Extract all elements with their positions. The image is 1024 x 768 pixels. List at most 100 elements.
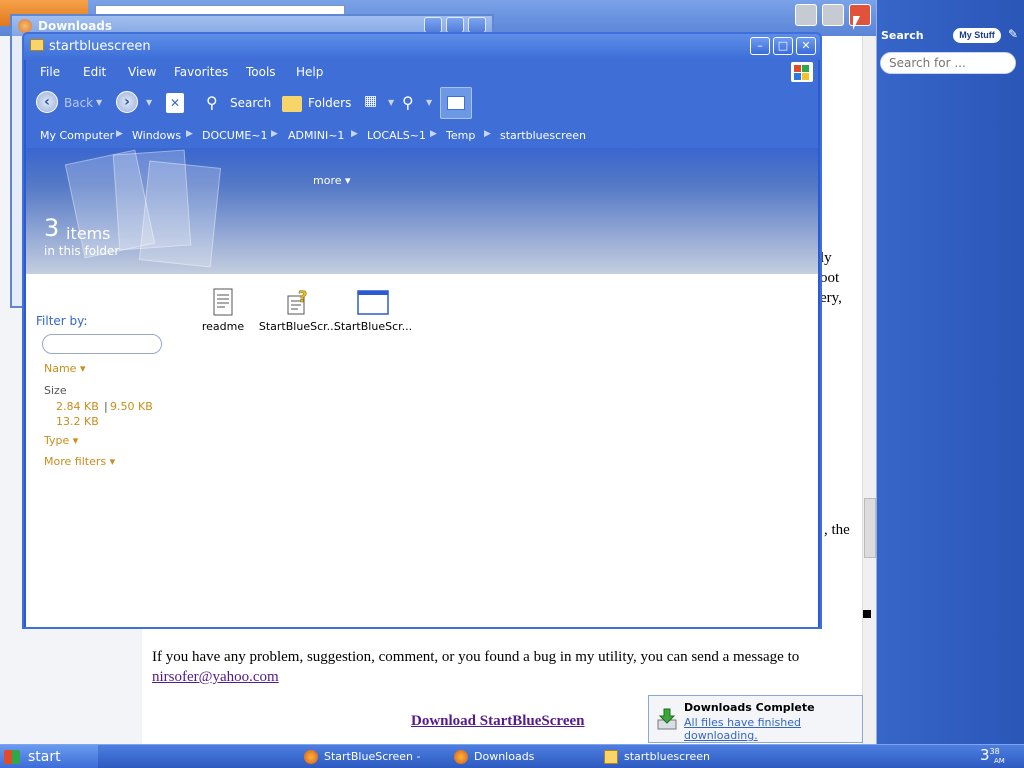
taskbar-item-explorer[interactable]: startbluescreen <box>602 747 752 767</box>
windows-logo-icon <box>4 750 20 764</box>
notification-text[interactable]: All files have finished downloading. <box>684 716 862 742</box>
breadcrumb-startbluescreen[interactable]: startbluescreen <box>500 129 586 142</box>
details-view-icon[interactable] <box>440 87 472 119</box>
folders-button-label[interactable]: Folders <box>308 96 351 110</box>
breadcrumb-locals[interactable]: LOCALS~1 <box>367 129 426 142</box>
menu-view[interactable]: View <box>128 65 156 79</box>
window-title: startbluescreen <box>49 39 151 54</box>
application-window-icon <box>357 290 389 315</box>
breadcrumb-windows[interactable]: Windows <box>132 129 181 142</box>
explorer-titlebar[interactable]: startbluescreen – □ ✕ <box>24 34 820 60</box>
back-dropdown-icon[interactable]: ▼ <box>96 98 102 107</box>
pin-icon[interactable]: ✎ <box>1008 27 1018 41</box>
filter-size-option[interactable]: 13.2 KB <box>56 415 99 428</box>
file-name: StartBlueScr... <box>333 320 413 333</box>
page-text-fragment: , the <box>824 522 850 538</box>
forward-arrow-icon[interactable]: › <box>116 91 138 113</box>
document-watermark-icon <box>138 160 222 268</box>
file-item[interactable]: readme <box>183 288 263 333</box>
menu-help[interactable]: Help <box>296 65 323 79</box>
folder-banner: more ▾ 3 items in this folder <box>26 148 818 274</box>
browser-minimize-button[interactable] <box>795 4 817 26</box>
toolbar: ‹ Back ▼ › ▼ ✕ ⚲ Search Folders ▦ ▼ ⚲ ▼ <box>26 84 818 122</box>
downloads-close-button[interactable] <box>468 17 486 33</box>
breadcrumb-separator-icon: ▶ <box>484 129 491 139</box>
views-dropdown-icon[interactable]: ▼ <box>388 98 394 107</box>
start-label: start <box>28 749 61 765</box>
back-arrow-icon[interactable]: ‹ <box>36 91 58 113</box>
firefox-icon <box>18 19 32 33</box>
views-icon[interactable]: ▦ <box>364 93 377 109</box>
close-button[interactable]: ✕ <box>796 37 816 55</box>
taskbar-item-startbluescreen-page[interactable]: StartBlueScreen - Initiat <box>302 747 452 767</box>
downloads-minimize-button[interactable] <box>424 17 442 33</box>
folder-icon <box>604 750 618 764</box>
filter-size-separator: | <box>104 400 108 413</box>
download-complete-icon <box>657 708 677 730</box>
menu-edit[interactable]: Edit <box>83 65 106 79</box>
maximize-button[interactable]: □ <box>773 37 793 55</box>
sidebar-search-input[interactable] <box>880 52 1016 74</box>
breadcrumb-separator-icon: ▶ <box>351 129 358 139</box>
taskbar-item-label: StartBlueScreen - Initiat <box>324 750 421 763</box>
page-scrollbar[interactable] <box>862 36 876 744</box>
filter-size-label: Size <box>44 384 67 397</box>
item-count: 3 <box>44 214 60 242</box>
search-sidebar: Search My Stuff ✎ <box>876 0 1024 744</box>
zoom-icon[interactable]: ⚲ <box>402 93 414 112</box>
back-button-label[interactable]: Back <box>64 96 93 110</box>
breadcrumb-admini[interactable]: ADMINI~1 <box>288 129 344 142</box>
menu-bar: File Edit View Favorites Tools Help <box>26 60 818 84</box>
firefox-icon <box>454 750 468 764</box>
file-item[interactable]: StartBlueScr... <box>333 288 413 333</box>
folders-icon[interactable] <box>282 96 302 112</box>
taskbar-item-downloads[interactable]: Downloads <box>452 747 592 767</box>
more-link[interactable]: more ▾ <box>313 174 351 187</box>
delete-icon[interactable]: ✕ <box>166 93 184 113</box>
filter-label: Filter by: <box>36 314 88 328</box>
breadcrumb-separator-icon: ▶ <box>116 129 123 139</box>
minimize-button[interactable]: – <box>750 37 770 55</box>
my-stuff-button[interactable]: My Stuff <box>953 28 1001 43</box>
filter-type[interactable]: Type ▾ <box>44 434 78 447</box>
filter-name[interactable]: Name ▾ <box>44 362 85 375</box>
page-text-fragment: ery, <box>820 290 842 306</box>
contact-text: If you have any problem, suggestion, com… <box>152 649 800 665</box>
downloads-maximize-button[interactable] <box>446 17 464 33</box>
explorer-window: startbluescreen – □ ✕ File Edit View Fav… <box>22 32 822 629</box>
filter-size-option[interactable]: 9.50 KB <box>110 400 153 413</box>
forward-dropdown-icon[interactable]: ▼ <box>146 98 152 107</box>
windows-logo-icon <box>791 62 813 82</box>
text-document-icon <box>213 288 233 316</box>
clock-ampm: AM <box>994 757 1005 765</box>
mouse-cursor <box>853 16 860 30</box>
filter-size-option[interactable]: 2.84 KB <box>56 400 99 413</box>
breadcrumb-temp[interactable]: Temp <box>446 129 475 142</box>
zoom-dropdown-icon[interactable]: ▼ <box>426 98 432 107</box>
scroll-thumb[interactable] <box>864 498 876 558</box>
svg-text:?: ? <box>298 288 307 306</box>
file-name: StartBlueScr... <box>258 320 338 333</box>
sidebar-search-label: Search <box>881 29 924 42</box>
more-filters[interactable]: More filters ▾ <box>44 455 115 468</box>
breadcrumb-docume[interactable]: DOCUME~1 <box>202 129 268 142</box>
start-button[interactable]: start <box>0 745 98 768</box>
downloads-complete-notification[interactable]: Downloads Complete All files have finish… <box>648 695 863 743</box>
item-count-label: items <box>66 224 111 243</box>
breadcrumb-my-computer[interactable]: My Computer <box>40 129 114 142</box>
search-button-label[interactable]: Search <box>230 96 271 110</box>
taskbar: start StartBlueScreen - Initiat Download… <box>0 744 1024 768</box>
menu-favorites[interactable]: Favorites <box>174 65 228 79</box>
help-file-icon: ? <box>287 288 308 315</box>
filter-input[interactable] <box>42 334 162 354</box>
search-icon[interactable]: ⚲ <box>206 93 218 112</box>
breadcrumb-separator-icon: ▶ <box>271 129 278 139</box>
file-item[interactable]: ? StartBlueScr... <box>258 288 338 333</box>
taskbar-item-label: Downloads <box>474 750 535 763</box>
menu-tools[interactable]: Tools <box>246 65 276 79</box>
browser-maximize-button[interactable] <box>822 4 844 26</box>
menu-file[interactable]: File <box>40 65 60 79</box>
download-link[interactable]: Download StartBlueScreen <box>411 713 584 730</box>
email-link[interactable]: nirsofer@yahoo.com <box>152 669 279 685</box>
scroll-marker <box>863 610 871 618</box>
